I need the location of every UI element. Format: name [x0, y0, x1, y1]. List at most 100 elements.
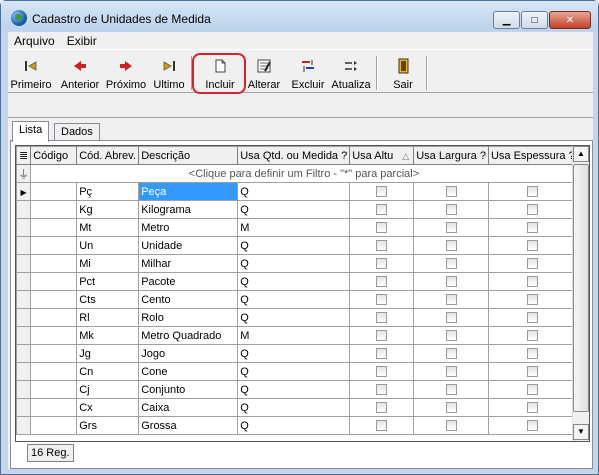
- cell-usa-qtd[interactable]: Q: [237, 308, 351, 327]
- cell-usa-largura[interactable]: [413, 344, 489, 363]
- checkbox[interactable]: [445, 366, 457, 378]
- cell-usa-espessura[interactable]: [487, 398, 578, 417]
- checkbox[interactable]: [445, 276, 457, 288]
- column-header-usa-espessura[interactable]: Usa Espessura ?: [487, 146, 578, 165]
- checkbox[interactable]: [376, 276, 388, 288]
- minimize-button[interactable]: ▁: [493, 11, 520, 29]
- cell-usa-altura[interactable]: [349, 380, 415, 399]
- cell-usa-espessura[interactable]: [487, 344, 578, 363]
- cell-abrev[interactable]: Mi: [76, 254, 140, 273]
- checkbox[interactable]: [527, 240, 539, 252]
- table-row[interactable]: Mt Metro M: [16, 218, 578, 237]
- delete-button[interactable]: Excluir: [290, 54, 326, 92]
- cell-codigo[interactable]: [30, 236, 78, 255]
- table-row[interactable]: Kg Kilograma Q: [16, 200, 578, 219]
- cell-descricao[interactable]: Rolo: [138, 308, 239, 327]
- checkbox[interactable]: [527, 330, 539, 342]
- cell-usa-espessura[interactable]: [487, 416, 578, 435]
- cell-usa-altura[interactable]: [349, 398, 415, 417]
- previous-button[interactable]: Anterior: [59, 54, 101, 92]
- cell-descricao[interactable]: Kilograma: [138, 200, 239, 219]
- first-button[interactable]: Primeiro: [11, 54, 51, 92]
- vertical-scrollbar[interactable]: ▲ ▼: [572, 146, 589, 441]
- cell-usa-largura[interactable]: [413, 308, 489, 327]
- cell-usa-altura[interactable]: [349, 362, 415, 381]
- checkbox[interactable]: [527, 312, 539, 324]
- menu-arquivo[interactable]: Arquivo: [8, 34, 61, 48]
- checkbox[interactable]: [376, 330, 388, 342]
- column-header-usa-altura[interactable]: Usa Altu △: [349, 146, 415, 165]
- cell-usa-qtd[interactable]: Q: [237, 290, 351, 309]
- menu-exibir[interactable]: Exibir: [61, 34, 103, 48]
- edit-button[interactable]: Alterar: [246, 54, 282, 92]
- checkbox[interactable]: [376, 420, 388, 432]
- cell-usa-largura[interactable]: [413, 254, 489, 273]
- cell-usa-espessura[interactable]: [487, 218, 578, 237]
- table-row[interactable]: Cts Cento Q: [16, 290, 578, 309]
- cell-usa-qtd[interactable]: Q: [237, 200, 351, 219]
- table-row[interactable]: Grs Grossa Q: [16, 416, 578, 435]
- cell-usa-espessura[interactable]: [487, 200, 578, 219]
- cell-usa-qtd[interactable]: Q: [237, 182, 351, 201]
- cell-abrev[interactable]: Mk: [76, 326, 140, 345]
- checkbox[interactable]: [527, 420, 539, 432]
- checkbox[interactable]: [527, 402, 539, 414]
- exit-button[interactable]: Sair: [388, 54, 418, 92]
- cell-usa-altura[interactable]: [349, 236, 415, 255]
- column-header-descricao[interactable]: Descrição: [138, 146, 239, 165]
- cell-usa-altura[interactable]: [349, 182, 415, 201]
- checkbox[interactable]: [445, 420, 457, 432]
- cell-usa-qtd[interactable]: Q: [237, 398, 351, 417]
- cell-codigo[interactable]: [30, 344, 78, 363]
- table-row[interactable]: Pct Pacote Q: [16, 272, 578, 291]
- cell-usa-altura[interactable]: [349, 326, 415, 345]
- cell-usa-altura[interactable]: [349, 218, 415, 237]
- cell-usa-qtd[interactable]: Q: [237, 344, 351, 363]
- checkbox[interactable]: [527, 204, 539, 216]
- checkbox[interactable]: [527, 384, 539, 396]
- cell-usa-qtd[interactable]: Q: [237, 254, 351, 273]
- checkbox[interactable]: [445, 204, 457, 216]
- column-header-usa-largura[interactable]: Usa Largura ?: [413, 146, 489, 165]
- cell-codigo[interactable]: [30, 200, 78, 219]
- cell-descricao[interactable]: Cone: [138, 362, 239, 381]
- filter-row[interactable]: <Clique para definir um Filtro - "*" par…: [30, 164, 578, 183]
- cell-abrev[interactable]: Pç: [76, 182, 140, 201]
- cell-codigo[interactable]: [30, 416, 78, 435]
- checkbox[interactable]: [527, 348, 539, 360]
- checkbox[interactable]: [445, 348, 457, 360]
- checkbox[interactable]: [445, 330, 457, 342]
- cell-abrev[interactable]: Kg: [76, 200, 140, 219]
- cell-usa-largura[interactable]: [413, 380, 489, 399]
- table-row[interactable]: Un Unidade Q: [16, 236, 578, 255]
- cell-usa-largura[interactable]: [413, 182, 489, 201]
- cell-usa-espessura[interactable]: [487, 326, 578, 345]
- cell-usa-altura[interactable]: [349, 344, 415, 363]
- cell-codigo[interactable]: [30, 362, 78, 381]
- checkbox[interactable]: [376, 240, 388, 252]
- checkbox[interactable]: [376, 402, 388, 414]
- cell-descricao[interactable]: Conjunto: [138, 380, 239, 399]
- column-header-usa-qtd[interactable]: Usa Qtd. ou Medida ?: [237, 146, 351, 165]
- cell-codigo[interactable]: [30, 182, 78, 201]
- checkbox[interactable]: [376, 204, 388, 216]
- cell-usa-largura[interactable]: [413, 218, 489, 237]
- cell-abrev[interactable]: Cn: [76, 362, 140, 381]
- cell-codigo[interactable]: [30, 398, 78, 417]
- cell-usa-espessura[interactable]: [487, 362, 578, 381]
- cell-usa-largura[interactable]: [413, 290, 489, 309]
- refresh-button[interactable]: Atualiza: [330, 54, 372, 92]
- checkbox[interactable]: [445, 222, 457, 234]
- title-bar[interactable]: Cadastro de Unidades de Medida ▁ □ ✕: [1, 1, 598, 31]
- checkbox[interactable]: [376, 186, 388, 198]
- column-header-codigo[interactable]: Código: [30, 146, 78, 165]
- close-button[interactable]: ✕: [549, 11, 591, 29]
- cell-usa-espessura[interactable]: [487, 236, 578, 255]
- checkbox[interactable]: [445, 294, 457, 306]
- checkbox[interactable]: [445, 240, 457, 252]
- cell-codigo[interactable]: [30, 326, 78, 345]
- cell-usa-largura[interactable]: [413, 416, 489, 435]
- column-header-abrev[interactable]: Cód. Abrev.: [76, 146, 140, 165]
- checkbox[interactable]: [527, 222, 539, 234]
- cell-descricao[interactable]: Metro: [138, 218, 239, 237]
